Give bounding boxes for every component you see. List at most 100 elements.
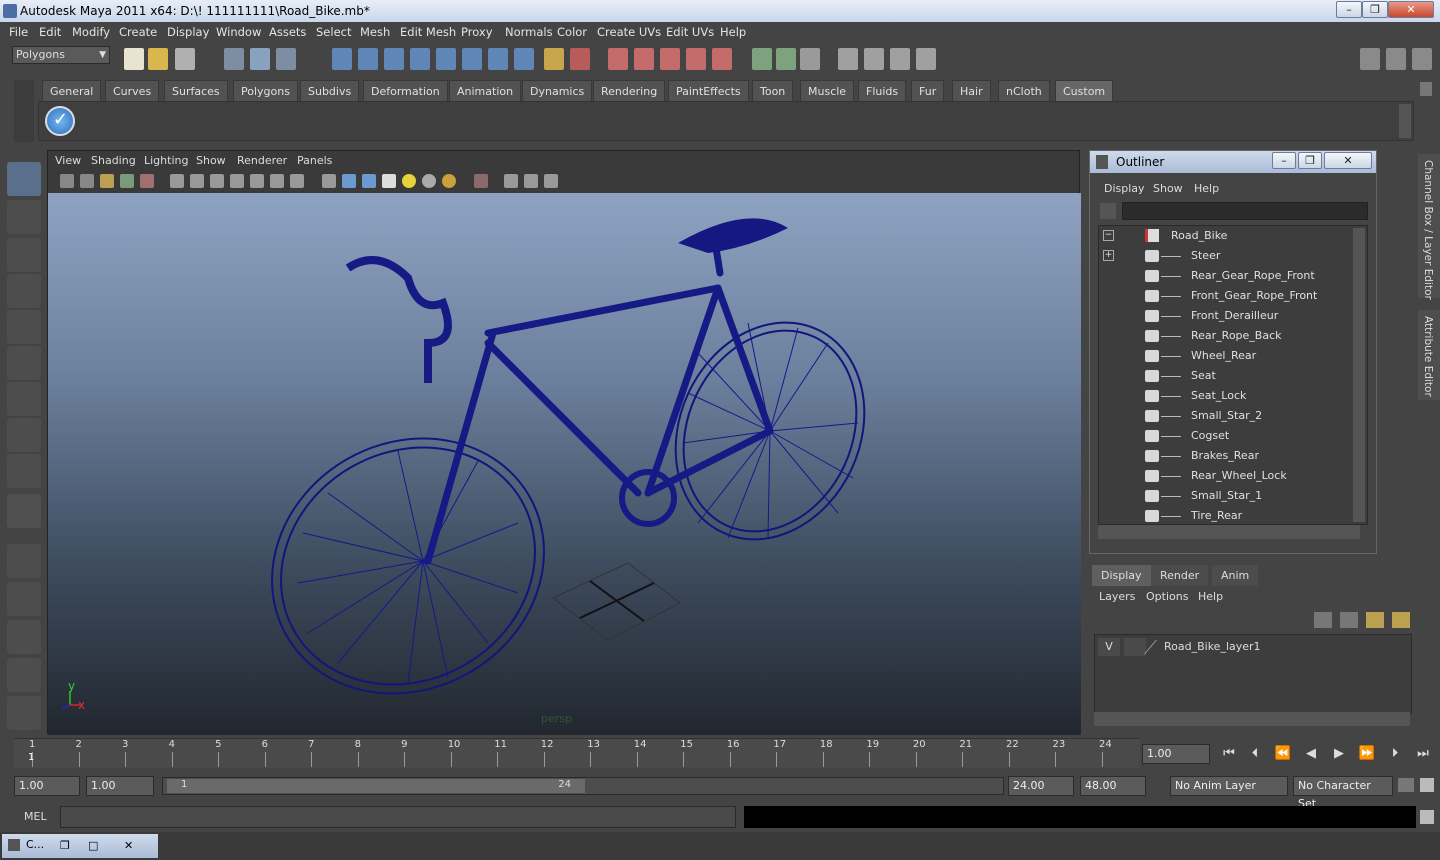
script-editor-icon[interactable] bbox=[1420, 810, 1434, 824]
default-lighting-icon[interactable] bbox=[402, 174, 416, 188]
shelf-scroll[interactable] bbox=[1399, 104, 1411, 138]
persp-outliner-layout-icon[interactable] bbox=[7, 620, 41, 654]
safe-title-icon[interactable] bbox=[290, 174, 304, 188]
maximize-button[interactable]: ❐ bbox=[1362, 1, 1388, 18]
maximize-icon[interactable]: □ bbox=[88, 835, 98, 857]
xray-joints-icon[interactable] bbox=[524, 174, 538, 188]
minimized-window[interactable]: C... ❐ □ ✕ bbox=[2, 834, 158, 858]
grid-icon[interactable] bbox=[170, 174, 184, 188]
outliner-menu-display[interactable]: Display bbox=[1104, 182, 1145, 195]
tab-toon[interactable]: Toon bbox=[752, 80, 794, 101]
move-layer-down-icon[interactable] bbox=[1340, 612, 1358, 628]
go-to-end-icon[interactable]: ⏭ bbox=[1412, 744, 1434, 764]
select-joint-mask-icon[interactable] bbox=[358, 48, 378, 70]
animation-start-field[interactable]: 1.00 bbox=[14, 776, 80, 796]
soft-mod-tool-icon[interactable] bbox=[7, 418, 41, 452]
manipulator-tool-icon[interactable] bbox=[7, 382, 41, 416]
current-time-field[interactable]: 1.00 bbox=[1142, 744, 1210, 764]
render-settings-icon[interactable] bbox=[916, 48, 936, 70]
outliner-item[interactable]: Seat bbox=[1191, 366, 1216, 386]
range-handle[interactable]: 1 24 bbox=[167, 779, 585, 793]
outliner-item[interactable]: Steer bbox=[1191, 246, 1220, 266]
select-dynamic-mask-icon[interactable] bbox=[462, 48, 482, 70]
select-component-icon[interactable] bbox=[276, 48, 296, 70]
play-forwards-icon[interactable]: ▶ bbox=[1328, 744, 1350, 764]
menu-file[interactable]: File bbox=[9, 25, 28, 39]
new-layer-selected-icon[interactable] bbox=[1392, 612, 1410, 628]
rotate-tool-icon[interactable] bbox=[7, 310, 41, 344]
scale-tool-icon[interactable] bbox=[7, 346, 41, 380]
filter-icon[interactable] bbox=[1100, 203, 1116, 219]
lasso-tool-icon[interactable] bbox=[7, 200, 41, 234]
tab-hair[interactable]: Hair bbox=[952, 80, 991, 101]
checkmark-shelf-icon[interactable]: ✓ bbox=[45, 106, 75, 136]
snap-curve-icon[interactable] bbox=[634, 48, 654, 70]
textured-icon[interactable] bbox=[382, 174, 396, 188]
menu-modify[interactable]: Modify bbox=[72, 25, 110, 39]
select-render-mask-icon[interactable] bbox=[488, 48, 508, 70]
xray-icon[interactable] bbox=[504, 174, 518, 188]
play-backwards-icon[interactable]: ◀ bbox=[1300, 744, 1322, 764]
select-surface-mask-icon[interactable] bbox=[410, 48, 430, 70]
tab-rendering[interactable]: Rendering bbox=[593, 80, 666, 101]
tab-deformation[interactable]: Deformation bbox=[363, 80, 448, 101]
move-layer-up-icon[interactable] bbox=[1314, 612, 1332, 628]
layer-name[interactable]: Road_Bike_layer1 bbox=[1164, 638, 1261, 656]
single-perspective-layout-icon[interactable] bbox=[7, 544, 41, 578]
expand-toggle[interactable]: + bbox=[1103, 250, 1114, 261]
save-scene-icon[interactable] bbox=[175, 48, 195, 70]
select-deform-mask-icon[interactable] bbox=[436, 48, 456, 70]
outliner-item[interactable]: Seat_Lock bbox=[1191, 386, 1246, 406]
wireframe-on-shaded-icon[interactable] bbox=[362, 174, 376, 188]
outliner-horizontal-scrollbar[interactable] bbox=[1098, 525, 1360, 539]
range-track[interactable]: 1 24 bbox=[162, 777, 1004, 795]
tab-painteffects[interactable]: PaintEffects bbox=[668, 80, 749, 101]
anim-layer-dropdown[interactable]: No Anim Layer bbox=[1170, 776, 1288, 796]
outliner-item[interactable]: Brakes_Rear bbox=[1191, 446, 1259, 466]
outliner-item[interactable]: Cogset bbox=[1191, 426, 1229, 446]
command-input[interactable] bbox=[60, 806, 736, 828]
playback-end-field[interactable]: 24.00 bbox=[1008, 776, 1074, 796]
outliner-search-input[interactable] bbox=[1122, 202, 1368, 220]
ipr-render-icon[interactable] bbox=[890, 48, 910, 70]
outliner-item[interactable]: Small_Star_1 bbox=[1191, 486, 1262, 506]
shelf-menu-handle[interactable] bbox=[14, 80, 34, 142]
outliner-item[interactable]: Wheel_Rear bbox=[1191, 346, 1256, 366]
tab-layer-display[interactable]: Display bbox=[1092, 565, 1151, 586]
isolate-select-icon[interactable] bbox=[474, 174, 488, 188]
viewport-menu-lighting[interactable]: Lighting bbox=[144, 154, 188, 167]
go-to-start-icon[interactable]: ⏮ bbox=[1218, 744, 1240, 764]
outliner-maximize-button[interactable]: ❐ bbox=[1298, 152, 1322, 169]
trash-icon[interactable] bbox=[1420, 82, 1432, 96]
outliner-item[interactable]: Front_Gear_Rope_Front bbox=[1191, 286, 1317, 306]
camera-select-icon[interactable] bbox=[60, 174, 74, 188]
channel-box-tab[interactable]: Channel Box / Layer Editor bbox=[1418, 154, 1440, 300]
highlight-selection-icon[interactable] bbox=[570, 48, 590, 70]
layer-menu-options[interactable]: Options bbox=[1146, 590, 1188, 603]
tab-ncloth[interactable]: nCloth bbox=[998, 80, 1050, 101]
collapse-toggle[interactable]: − bbox=[1103, 230, 1114, 241]
construction-history-icon[interactable] bbox=[800, 48, 820, 70]
output-history-icon[interactable] bbox=[776, 48, 796, 70]
outliner-item[interactable]: Front_Derailleur bbox=[1191, 306, 1278, 326]
bookmark-icon[interactable] bbox=[100, 174, 114, 188]
image-plane-icon[interactable] bbox=[120, 174, 134, 188]
outliner-item[interactable]: Small_Star_2 bbox=[1191, 406, 1262, 426]
outliner-close-button[interactable]: ✕ bbox=[1324, 152, 1372, 169]
make-live-icon[interactable] bbox=[712, 48, 732, 70]
tab-subdivs[interactable]: Subdivs bbox=[300, 80, 360, 101]
resolution-gate-icon[interactable] bbox=[210, 174, 224, 188]
tab-surfaces[interactable]: Surfaces bbox=[164, 80, 228, 101]
attribute-editor-tab[interactable]: Attribute Editor bbox=[1418, 310, 1440, 400]
tab-fluids[interactable]: Fluids bbox=[858, 80, 907, 101]
hypershade-layout-icon[interactable] bbox=[7, 696, 41, 730]
toggle-attribute-editor-icon[interactable] bbox=[1360, 48, 1380, 70]
menu-mesh[interactable]: Mesh bbox=[360, 25, 390, 39]
snap-point-icon[interactable] bbox=[660, 48, 680, 70]
gate-mask-icon[interactable] bbox=[230, 174, 244, 188]
input-history-icon[interactable] bbox=[752, 48, 772, 70]
character-set-dropdown[interactable]: No Character Set bbox=[1293, 776, 1393, 810]
command-language-label[interactable]: MEL bbox=[24, 810, 47, 823]
lock-selection-icon[interactable] bbox=[544, 48, 564, 70]
layer-row[interactable]: V Road_Bike_layer1 bbox=[1098, 638, 1408, 656]
